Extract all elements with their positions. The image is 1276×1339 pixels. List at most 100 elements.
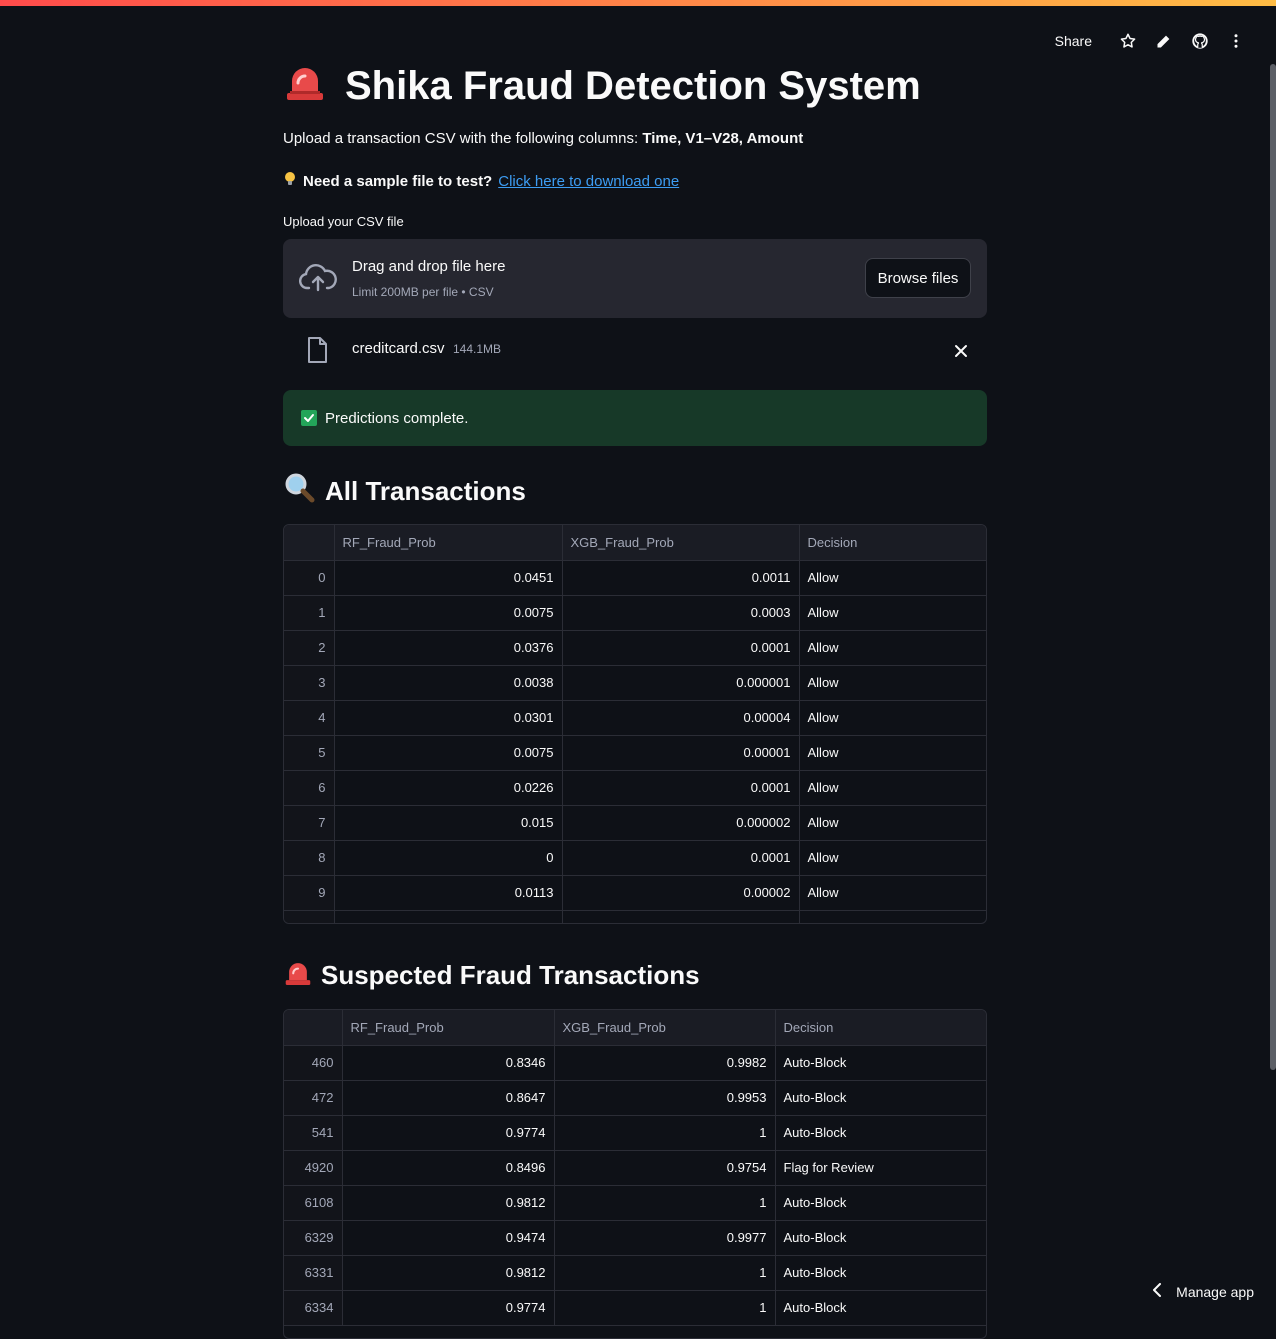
rf-prob-cell[interactable]: 0.9474	[342, 1220, 555, 1256]
decision-cell[interactable]: Allow	[799, 595, 986, 631]
sample-download-link[interactable]: Click here to download one	[498, 173, 679, 190]
xgb-prob-cell[interactable]: 0.00004	[562, 700, 800, 736]
rf-prob-cell[interactable]: 0.9812	[342, 1185, 555, 1221]
decision-cell[interactable]: Auto-Block	[775, 1290, 986, 1326]
decision-cell[interactable]: Allow	[799, 630, 986, 666]
decision-cell[interactable]: Allow	[799, 700, 986, 736]
rf-prob-cell[interactable]: 0.0451	[334, 560, 563, 596]
top-accent-bar	[0, 0, 1276, 6]
magnifier-icon	[283, 472, 317, 511]
decision-cell[interactable]: Allow	[799, 805, 986, 841]
decision-cell[interactable]: Allow	[799, 560, 986, 596]
browse-files-button[interactable]: Browse files	[865, 258, 971, 298]
rf-prob-cell[interactable]: 0.0226	[334, 770, 563, 806]
xgb-prob-cell[interactable]: 0.0001	[562, 840, 800, 876]
xgb-prob-cell[interactable]: 0.000001	[562, 665, 800, 701]
column-header[interactable]: RF_Fraud_Prob	[342, 1010, 555, 1046]
xgb-prob-cell[interactable]: 1	[554, 1115, 776, 1151]
more-vertical-icon[interactable]	[1218, 28, 1254, 54]
rf-prob-cell[interactable]: 0.0113	[334, 875, 563, 911]
column-header[interactable]: XGB_Fraud_Prob	[554, 1010, 776, 1046]
table-row[interactable]: 4 0.0301 0.00004 Allow	[284, 700, 986, 736]
rf-prob-cell[interactable]: 0.0038	[334, 665, 563, 701]
table-row[interactable]: 7 0.015 0.000002 Allow	[284, 805, 986, 841]
column-header[interactable]: Decision	[799, 525, 986, 561]
rf-prob-cell[interactable]: 0.0376	[334, 630, 563, 666]
table-row[interactable]: 472 0.8647 0.9953 Auto-Block	[284, 1080, 986, 1116]
table-row[interactable]: 6329 0.9474 0.9977 Auto-Block	[284, 1220, 986, 1256]
table-row[interactable]: 460 0.8346 0.9982 Auto-Block	[284, 1045, 986, 1081]
table-row[interactable]: 2 0.0376 0.0001 Allow	[284, 630, 986, 666]
rf-prob-cell[interactable]: 0.9774	[342, 1290, 555, 1326]
share-button[interactable]: Share	[1055, 33, 1092, 49]
rf-prob-cell[interactable]: 0.9774	[342, 1115, 555, 1151]
xgb-prob-cell[interactable]: 0.00002	[562, 875, 800, 911]
close-icon[interactable]	[951, 341, 971, 361]
page-scrollbar[interactable]	[1270, 64, 1276, 1070]
table-row[interactable]: 9 0.0113 0.00002 Allow	[284, 875, 986, 911]
column-header[interactable]	[284, 525, 335, 561]
column-header[interactable]: Decision	[775, 1010, 986, 1046]
check-icon	[301, 410, 317, 426]
table-row[interactable]: 3 0.0038 0.000001 Allow	[284, 665, 986, 701]
rf-prob-cell[interactable]: 0.0075	[334, 595, 563, 631]
pencil-icon[interactable]	[1146, 28, 1182, 54]
column-header[interactable]	[284, 1010, 343, 1046]
table-row[interactable]: 6331 0.9812 1 Auto-Block	[284, 1255, 986, 1291]
table-row[interactable]: 541 0.9774 1 Auto-Block	[284, 1115, 986, 1151]
lightbulb-icon	[283, 171, 297, 191]
rf-prob-cell[interactable]: 0	[334, 840, 563, 876]
decision-cell[interactable]: Auto-Block	[775, 1080, 986, 1116]
decision-cell[interactable]: Allow	[799, 665, 986, 701]
decision-cell[interactable]: Auto-Block	[775, 1255, 986, 1291]
table-row[interactable]: 1 0.0075 0.0003 Allow	[284, 595, 986, 631]
manage-app-button[interactable]: Manage app	[1152, 1283, 1254, 1300]
column-header[interactable]: XGB_Fraud_Prob	[562, 525, 800, 561]
github-icon[interactable]	[1182, 28, 1218, 54]
xgb-prob-cell[interactable]: 1	[554, 1255, 776, 1291]
rf-prob-cell[interactable]: 0.8496	[342, 1150, 555, 1186]
table-row[interactable]: 0 0.0451 0.0011 Allow	[284, 560, 986, 596]
table-row[interactable]: 6108 0.9812 1 Auto-Block	[284, 1185, 986, 1221]
table-row[interactable]: 4920 0.8496 0.9754 Flag for Review	[284, 1150, 986, 1186]
xgb-prob-cell[interactable]: 0.9982	[554, 1045, 776, 1081]
xgb-prob-cell[interactable]: 0.9977	[554, 1220, 776, 1256]
file-dropzone[interactable]: Drag and drop file here Limit 200MB per …	[283, 239, 987, 318]
decision-cell[interactable]: Allow	[799, 875, 986, 911]
rf-prob-cell[interactable]: 0.8647	[342, 1080, 555, 1116]
decision-cell[interactable]: Auto-Block	[775, 1115, 986, 1151]
xgb-prob-cell[interactable]: 0.9953	[554, 1080, 776, 1116]
table-row[interactable]: 8 0 0.0001 Allow	[284, 840, 986, 876]
decision-cell[interactable]: Auto-Block	[775, 1045, 986, 1081]
rf-prob-cell[interactable]: 0.0075	[334, 735, 563, 771]
xgb-prob-cell[interactable]: 1	[554, 1185, 776, 1221]
xgb-prob-cell[interactable]: 0.0001	[562, 770, 800, 806]
row-index: 8	[284, 840, 335, 876]
file-icon	[306, 336, 328, 369]
xgb-prob-cell[interactable]: 0.00001	[562, 735, 800, 771]
row-index: 3	[284, 665, 335, 701]
xgb-prob-cell[interactable]: 0.9754	[554, 1150, 776, 1186]
table-row[interactable]: 6 0.0226 0.0001 Allow	[284, 770, 986, 806]
decision-cell[interactable]: Auto-Block	[775, 1220, 986, 1256]
star-icon[interactable]	[1110, 28, 1146, 54]
all-transactions-table[interactable]: RF_Fraud_Prob XGB_Fraud_Prob Decision 00…	[283, 524, 987, 924]
xgb-prob-cell[interactable]: 0.0003	[562, 595, 800, 631]
decision-cell[interactable]: Auto-Block	[775, 1185, 986, 1221]
xgb-prob-cell[interactable]: 0.0001	[562, 630, 800, 666]
xgb-prob-cell[interactable]: 1	[554, 1290, 776, 1326]
xgb-prob-cell[interactable]: 0.000002	[562, 805, 800, 841]
rf-prob-cell[interactable]: 0.0301	[334, 700, 563, 736]
xgb-prob-cell[interactable]: 0.0011	[562, 560, 800, 596]
decision-cell[interactable]: Flag for Review	[775, 1150, 986, 1186]
decision-cell[interactable]: Allow	[799, 735, 986, 771]
table-row[interactable]: 5 0.0075 0.00001 Allow	[284, 735, 986, 771]
rf-prob-cell[interactable]: 0.9812	[342, 1255, 555, 1291]
rf-prob-cell[interactable]: 0.015	[334, 805, 563, 841]
column-header[interactable]: RF_Fraud_Prob	[334, 525, 563, 561]
decision-cell[interactable]: Allow	[799, 840, 986, 876]
decision-cell[interactable]: Allow	[799, 770, 986, 806]
table-row[interactable]: 6334 0.9774 1 Auto-Block	[284, 1290, 986, 1326]
fraud-transactions-table[interactable]: RF_Fraud_Prob XGB_Fraud_Prob Decision 46…	[283, 1009, 987, 1339]
rf-prob-cell[interactable]: 0.8346	[342, 1045, 555, 1081]
